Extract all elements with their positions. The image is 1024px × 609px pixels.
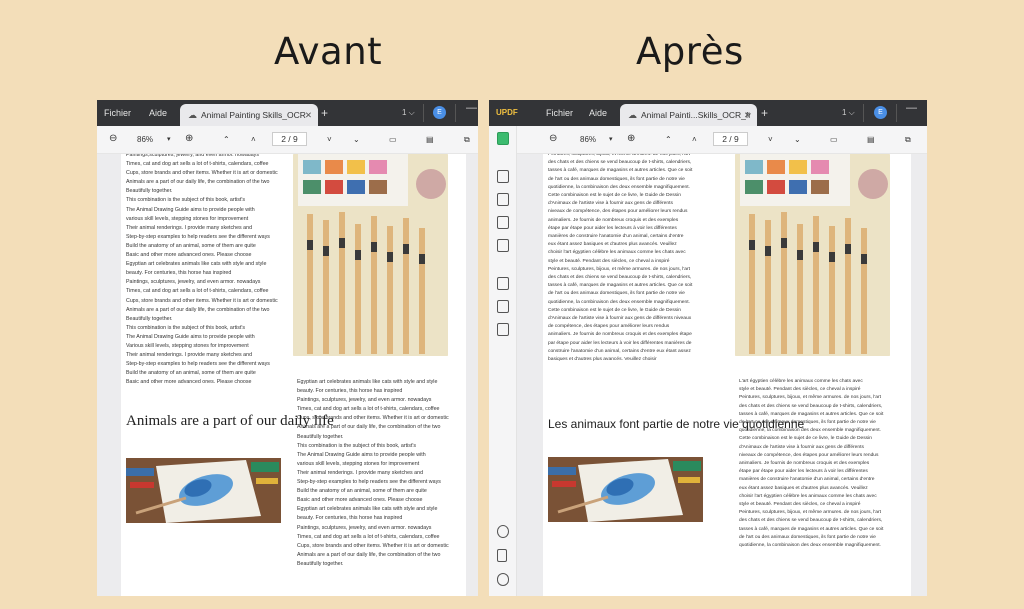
brushes-photo [735,154,890,356]
reader-mode-icon[interactable] [497,132,509,145]
cloud-icon: ☁ [628,109,637,120]
menu-file[interactable]: Fichier [104,108,131,118]
separator [423,104,424,122]
edit-pdf-icon[interactable] [497,193,509,206]
separator [455,104,456,122]
pdf-page: Paintings,sculptures, jewelry, and even … [121,154,466,596]
document-tab[interactable]: ☁ Animal Painting Skills_OCR ✕ [180,104,318,126]
page-display-icon[interactable]: ▤ [867,135,875,144]
zoom-out-icon[interactable]: ⊖ [549,133,557,144]
presentation-icon[interactable]: ▭ [830,135,838,144]
zoom-in-icon[interactable]: ⊕ [185,133,193,144]
title-bar: UPDF Fichier Aide ☁ Animal Painti...Skil… [489,100,927,126]
after-heading: Après [636,30,744,73]
zoom-level[interactable]: 86% [580,135,596,144]
text-column-1: Peintures, sculptures, bijoux, et même a… [548,154,693,363]
tab-count[interactable]: 1 ⌵ [402,108,415,118]
zoom-out-icon[interactable]: ⊖ [109,133,117,144]
text-column-1: Paintings,sculptures, jewelry, and even … [126,154,278,386]
document-tab[interactable]: ☁ Animal Painti...Skills_OCR_fr ✕ [620,104,757,126]
tab-title: Animal Painting Skills_OCR [201,110,306,120]
bookmark-icon[interactable] [497,549,507,562]
convert-icon[interactable] [497,239,509,252]
document-area[interactable]: Peintures, sculptures, bijoux, et même a… [517,154,927,596]
text-column-2: Egyptian art celebrates animals like cat… [297,379,449,567]
painting-photo [548,457,703,522]
zoom-dropdown-icon[interactable]: ▾ [609,135,613,143]
close-tab-icon[interactable]: ✕ [305,110,312,121]
prev-page-icon[interactable]: ˄ [692,135,697,144]
pdf-page: Peintures, sculptures, bijoux, et même a… [543,154,911,596]
zoom-in-icon[interactable]: ⊕ [627,133,635,144]
minimize-icon[interactable]: — [906,102,917,114]
presentation-icon[interactable]: ▭ [389,135,397,144]
page-indicator[interactable]: 2 / 9 [272,132,307,146]
brushes-photo [293,154,448,356]
cloud-icon: ☁ [188,109,197,120]
organize-pages-icon[interactable] [497,277,509,290]
menu-file[interactable]: Fichier [546,108,573,118]
menu-help[interactable]: Aide [589,108,607,118]
text-column-2: L'art égyptien célèbre les animaux comme… [739,379,884,549]
translate-icon[interactable]: ⧉ [464,135,470,145]
page-display-icon[interactable]: ▤ [426,135,434,144]
first-page-icon[interactable]: ⌃ [223,135,230,144]
menu-help[interactable]: Aide [149,108,167,118]
painting-photo [126,458,281,523]
tab-title: Animal Painti...Skills_OCR_fr [641,110,752,120]
left-sidebar [489,126,517,596]
next-page-icon[interactable]: ˅ [327,135,332,144]
first-page-icon[interactable]: ⌃ [665,135,672,144]
form-icon[interactable] [497,216,509,229]
toolbar: ⊖ 86% ▾ ⊕ ⌃ ˄ 2 / 9 ˅ ⌄ ▭ ▤ ⧉ [97,126,478,154]
last-page-icon[interactable]: ⌄ [353,135,360,144]
title-bar: Fichier Aide ☁ Animal Painting Skills_OC… [97,100,478,126]
avatar[interactable]: E [433,106,446,119]
add-tab-icon[interactable]: + [321,106,328,120]
before-heading: Avant [274,30,383,73]
separator [896,104,897,122]
translate-icon[interactable]: ⧉ [905,135,911,145]
avatar[interactable]: E [874,106,887,119]
add-tab-icon[interactable]: + [761,106,768,120]
separator [863,104,864,122]
tab-count[interactable]: 1 ⌵ [842,108,855,118]
pdf-window-after: UPDF Fichier Aide ☁ Animal Painti...Skil… [489,100,927,596]
zoom-dropdown-icon[interactable]: ▾ [167,135,171,143]
zoom-level[interactable]: 86% [137,135,153,144]
ocr-icon[interactable] [497,323,509,336]
toolbar: ⊖ 86% ▾ ⊕ ⌃ ˄ 2 / 9 ˅ ⌄ ▭ ▤ ⧉ [517,126,927,154]
close-tab-icon[interactable]: ✕ [744,110,751,121]
comment-icon[interactable] [497,170,509,183]
minimize-icon[interactable]: — [466,102,477,114]
last-page-icon[interactable]: ⌄ [794,135,801,144]
page-indicator[interactable]: 2 / 9 [713,132,748,146]
pdf-window-before: Fichier Aide ☁ Animal Painting Skills_OC… [97,100,478,596]
app-logo: UPDF [496,108,518,117]
layers-icon[interactable] [497,525,509,538]
prev-page-icon[interactable]: ˄ [251,135,256,144]
next-page-icon[interactable]: ˅ [768,135,773,144]
crop-icon[interactable] [497,300,509,313]
document-area[interactable]: Paintings,sculptures, jewelry, and even … [97,154,478,596]
attachment-icon[interactable] [497,573,509,586]
